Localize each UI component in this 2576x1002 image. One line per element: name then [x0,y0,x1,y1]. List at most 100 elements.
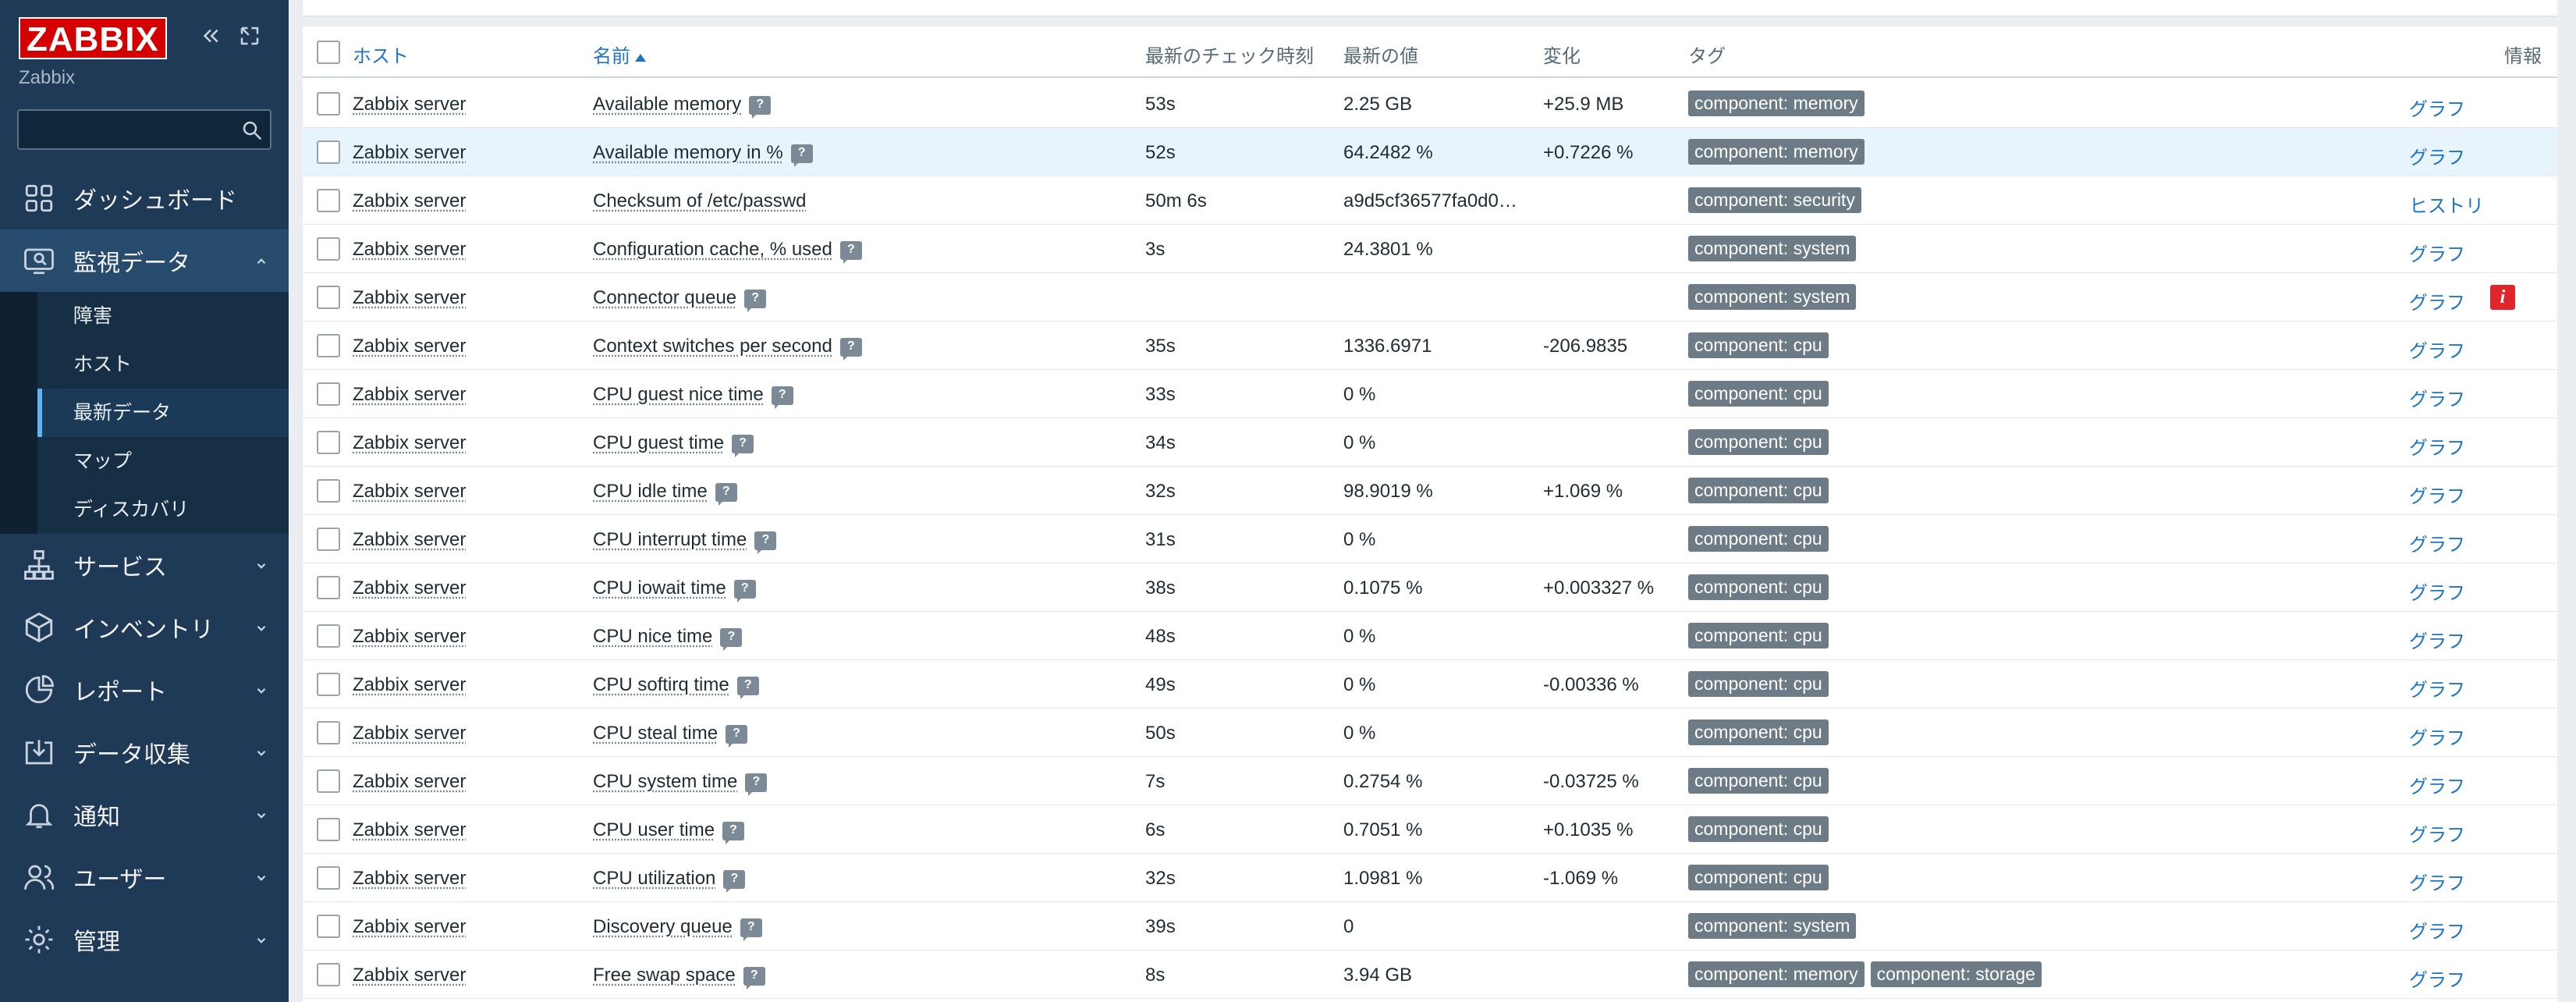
menu-users[interactable]: ユーザー [0,846,289,908]
row-item-name-link[interactable]: Checksum of /etc/passwd [593,190,806,211]
help-icon[interactable]: ? [745,773,768,796]
submenu-latest-data[interactable]: 最新データ [37,389,289,437]
tag-badge[interactable]: component: memory [1688,139,1865,165]
row-checkbox[interactable] [317,286,340,309]
row-graph-link[interactable]: グラフ [2409,916,2465,943]
tag-badge[interactable]: component: memory [1688,961,1865,987]
header-host[interactable]: ホスト [353,41,409,68]
menu-monitoring[interactable]: 監視データ [0,229,289,292]
row-checkbox[interactable] [317,431,340,454]
search-icon[interactable] [240,119,264,142]
submenu-problems[interactable]: 障害 [37,292,289,340]
row-item-name-link[interactable]: Connector queue [593,287,736,308]
row-graph-link[interactable]: グラフ [2409,336,2465,363]
row-graph-link[interactable]: グラフ [2409,481,2465,508]
row-checkbox[interactable] [317,576,340,599]
help-icon[interactable]: ? [732,435,754,457]
row-checkbox[interactable] [317,915,340,938]
help-icon[interactable]: ? [754,531,777,554]
row-item-name-link[interactable]: CPU system time [593,771,737,792]
menu-dashboard[interactable]: ダッシュボード [0,167,289,229]
row-item-name-link[interactable]: Configuration cache, % used [593,239,832,260]
help-icon[interactable]: ? [743,967,765,990]
row-host-link[interactable]: Zabbix server [353,771,466,793]
row-checkbox[interactable] [317,92,340,115]
tag-badge[interactable]: component: cpu [1688,574,1829,600]
tag-badge[interactable]: component: system [1688,236,1857,261]
row-host-link[interactable]: Zabbix server [353,287,466,309]
row-item-name-link[interactable]: CPU steal time [593,723,718,744]
row-item-name-link[interactable]: CPU nice time [593,626,712,647]
row-checkbox[interactable] [317,866,340,890]
tag-badge[interactable]: component: cpu [1688,381,1829,407]
row-checkbox[interactable] [317,721,340,744]
row-host-link[interactable]: Zabbix server [353,868,466,890]
tag-badge[interactable]: component: memory [1688,91,1865,116]
row-host-link[interactable]: Zabbix server [353,142,466,164]
help-icon[interactable]: ? [726,725,748,748]
row-checkbox[interactable] [317,818,340,841]
row-host-link[interactable]: Zabbix server [353,384,466,406]
tag-badge[interactable]: component: system [1688,913,1857,939]
row-item-name-link[interactable]: Discovery queue [593,916,733,937]
row-host-link[interactable]: Zabbix server [353,239,466,261]
row-host-link[interactable]: Zabbix server [353,723,466,744]
tag-badge[interactable]: component: cpu [1688,865,1829,890]
row-graph-link[interactable]: グラフ [2409,384,2465,411]
row-item-name-link[interactable]: CPU guest time [593,432,724,453]
tag-badge[interactable]: component: system [1688,284,1857,310]
row-item-name-link[interactable]: Context switches per second [593,336,832,357]
row-graph-link[interactable]: グラフ [2409,771,2465,798]
help-icon[interactable]: ? [723,870,746,893]
row-graph-link[interactable]: グラフ [2409,287,2465,314]
row-item-name-link[interactable]: CPU user time [593,819,715,840]
tag-badge[interactable]: component: cpu [1688,526,1829,552]
row-checkbox[interactable] [317,189,340,212]
row-checkbox[interactable] [317,673,340,696]
help-icon[interactable]: ? [771,386,793,409]
row-host-link[interactable]: Zabbix server [353,965,466,986]
row-checkbox[interactable] [317,237,340,261]
row-checkbox[interactable] [317,528,340,551]
header-name[interactable]: 名前 [593,41,646,68]
menu-data-collection[interactable]: データ収集 [0,721,289,783]
row-host-link[interactable]: Zabbix server [353,529,466,551]
tag-badge[interactable]: component: cpu [1688,768,1829,794]
row-host-link[interactable]: Zabbix server [353,481,466,503]
collapse-sidebar-icon[interactable] [195,20,226,52]
kiosk-mode-icon[interactable] [234,20,265,52]
help-icon[interactable]: ? [715,483,737,506]
tag-badge[interactable]: component: cpu [1688,671,1829,697]
row-item-name-link[interactable]: CPU iowait time [593,577,726,599]
row-graph-link[interactable]: グラフ [2409,868,2465,895]
row-checkbox[interactable] [317,624,340,648]
row-item-name-link[interactable]: CPU softirq time [593,674,729,695]
tag-badge[interactable]: component: cpu [1688,623,1829,648]
help-icon[interactable]: ? [722,822,745,844]
row-graph-link[interactable]: グラフ [2409,577,2465,605]
menu-administration[interactable]: 管理 [0,908,289,971]
zabbix-logo[interactable]: ZABBIX [19,17,167,59]
menu-inventory[interactable]: インベントリ [0,596,289,659]
row-host-link[interactable]: Zabbix server [353,432,466,454]
help-icon[interactable]: ? [839,241,862,264]
tag-badge[interactable]: component: cpu [1688,429,1829,455]
row-host-link[interactable]: Zabbix server [353,626,466,648]
row-host-link[interactable]: Zabbix server [353,577,466,599]
row-host-link[interactable]: Zabbix server [353,336,466,357]
menu-services[interactable]: サービス [0,534,289,596]
submenu-discovery[interactable]: ディスカバリ [37,485,289,534]
row-item-name-link[interactable]: CPU interrupt time [593,529,747,550]
submenu-hosts[interactable]: ホスト [37,340,289,389]
row-checkbox[interactable] [317,479,340,503]
tag-badge[interactable]: component: security [1688,187,1861,213]
row-checkbox[interactable] [317,769,340,793]
search-input[interactable] [19,111,237,148]
help-icon[interactable]: ? [736,677,759,699]
row-graph-link[interactable]: グラフ [2409,626,2465,653]
row-graph-link[interactable]: ヒストリ [2409,190,2484,218]
row-graph-link[interactable]: グラフ [2409,239,2465,266]
row-graph-link[interactable]: グラフ [2409,142,2465,169]
row-host-link[interactable]: Zabbix server [353,916,466,938]
help-icon[interactable]: ? [733,580,756,602]
